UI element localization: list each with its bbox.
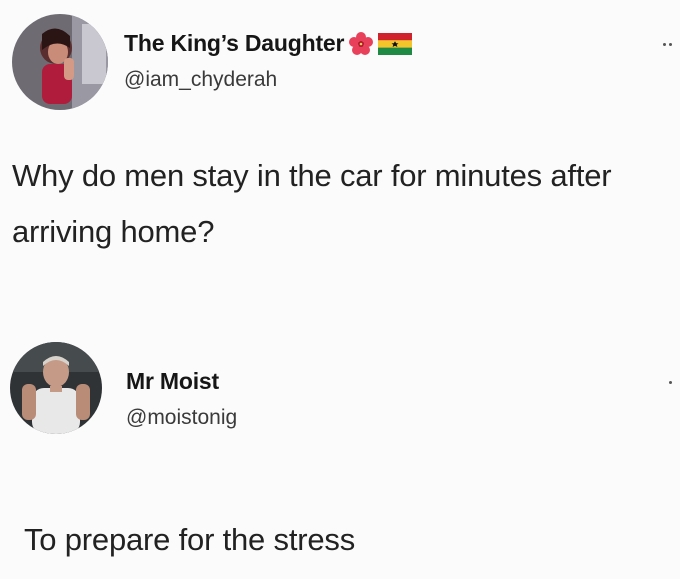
username-handle[interactable]: @moistonig (126, 406, 237, 430)
dot-icon (663, 42, 666, 46)
avatar-image (10, 342, 102, 434)
display-name[interactable]: The King’s Daughter (124, 30, 344, 57)
more-options-button[interactable] (652, 38, 672, 50)
tweet[interactable]: The King’s Daughter @iam_chyderah Why do… (0, 0, 680, 300)
avatar[interactable] (10, 342, 102, 434)
author-name-row: The King’s Daughter (124, 30, 413, 57)
dot-icon (669, 380, 672, 384)
display-name[interactable]: Mr Moist (126, 368, 219, 395)
ghana-flag-icon (378, 32, 413, 55)
more-options-button[interactable] (652, 376, 672, 388)
hibiscus-flower-icon (348, 31, 374, 57)
avatar-image (12, 14, 108, 110)
tweet-text: To prepare for the stress (24, 522, 355, 557)
avatar[interactable] (12, 14, 108, 110)
tweet[interactable]: Mr Moist @moistonig To prepare for the s… (0, 330, 680, 579)
username-handle[interactable]: @iam_chyderah (124, 68, 277, 92)
dot-icon (669, 42, 672, 46)
author-name-row: Mr Moist (126, 368, 219, 395)
tweet-text: Why do men stay in the car for minutes a… (12, 158, 612, 249)
